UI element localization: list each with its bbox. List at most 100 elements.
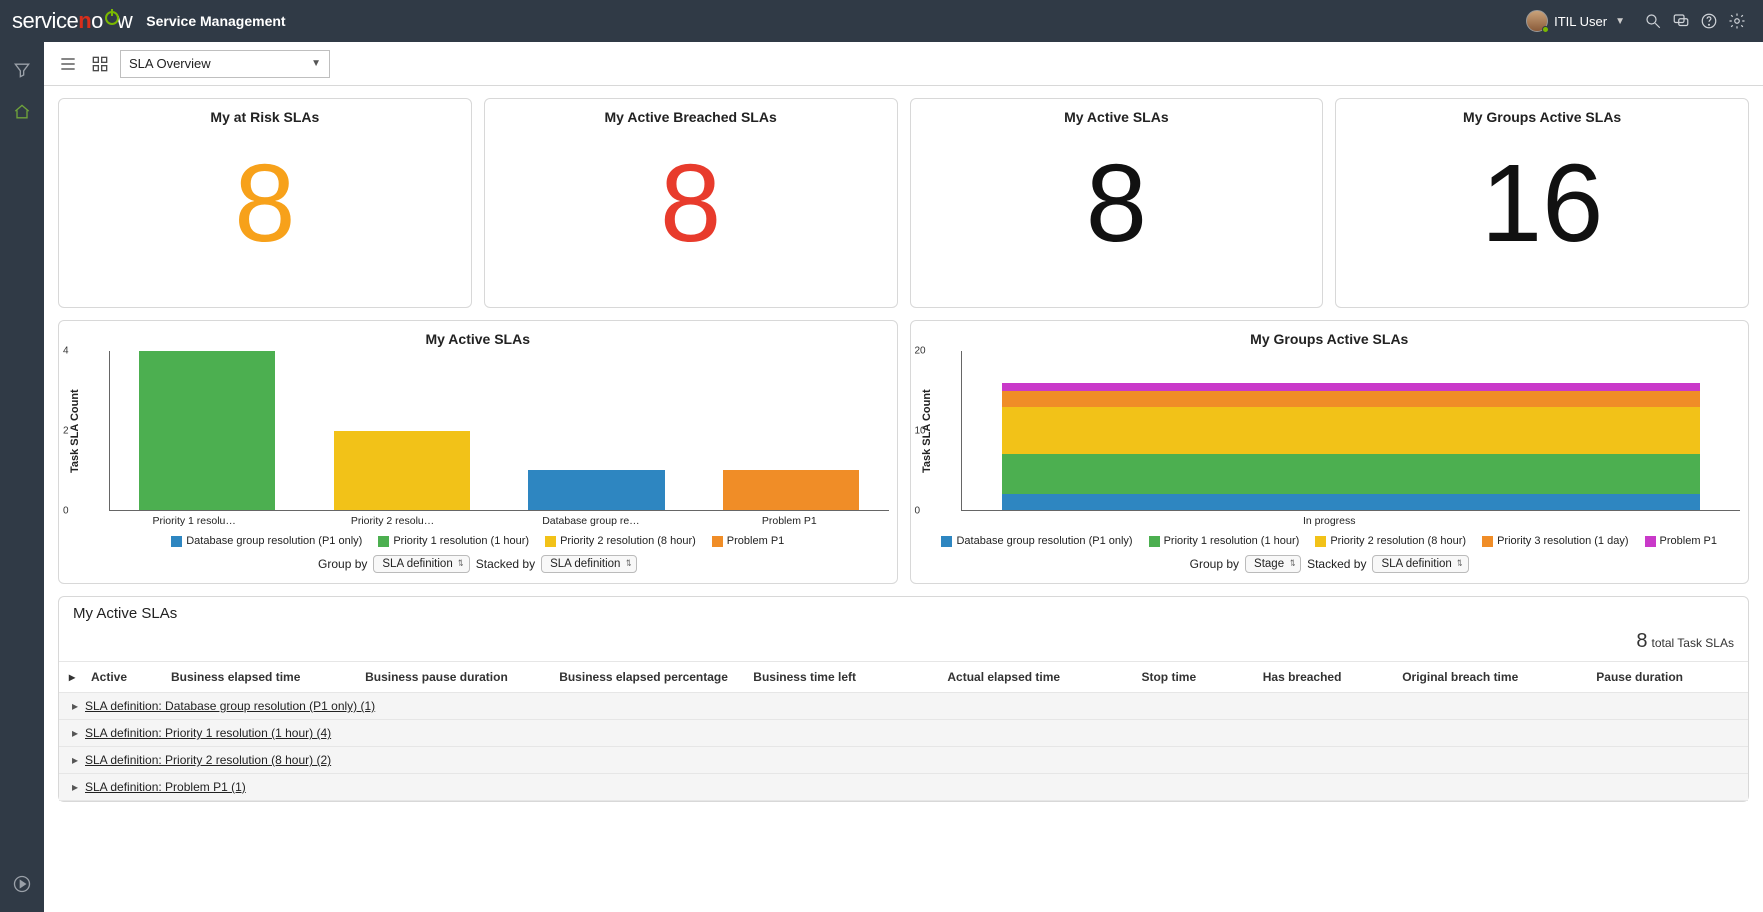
bar[interactable]: [499, 351, 694, 510]
legend-item[interactable]: Priority 2 resolution (8 hour): [1315, 535, 1466, 547]
play-icon[interactable]: [10, 872, 34, 896]
col-header[interactable]: Original breach time: [1396, 662, 1590, 692]
stackedby-select[interactable]: SLA definition: [1372, 555, 1468, 573]
card-groups-active[interactable]: My Groups Active SLAs 16: [1335, 98, 1749, 308]
legend-item[interactable]: Database group resolution (P1 only): [171, 535, 362, 547]
table-header: ▸ Active Business elapsed time Business …: [59, 661, 1748, 693]
group-label[interactable]: SLA definition: Priority 1 resolution (1…: [85, 726, 331, 740]
group-label[interactable]: SLA definition: Priority 2 resolution (8…: [85, 753, 331, 767]
dashboard-dropdown[interactable]: SLA Overview ▼: [120, 50, 330, 78]
legend-item[interactable]: Problem P1: [712, 535, 784, 547]
stackedby-label: Stacked by: [1307, 557, 1366, 571]
col-header[interactable]: Business elapsed time: [165, 662, 359, 692]
chart-controls: Group by SLA definition Stacked by SLA d…: [67, 555, 889, 573]
stack-segment[interactable]: [1002, 454, 1701, 494]
bar[interactable]: [110, 351, 305, 510]
group-row[interactable]: ▸SLA definition: Problem P1 (1): [59, 774, 1748, 801]
score-cards-row: My at Risk SLAs 8 My Active Breached SLA…: [58, 98, 1749, 308]
col-header[interactable]: Actual elapsed time: [941, 662, 1135, 692]
chart-title: My Active SLAs: [67, 331, 889, 347]
col-header[interactable]: Active: [85, 662, 165, 692]
chart-plot[interactable]: [109, 351, 889, 511]
chevron-down-icon: ▼: [311, 58, 321, 69]
group-label[interactable]: SLA definition: Problem P1 (1): [85, 780, 246, 794]
x-tick-label: Priority 1 resolu…: [95, 511, 293, 527]
stackedby-select[interactable]: SLA definition: [541, 555, 637, 573]
chart-plot[interactable]: [961, 351, 1741, 511]
top-bar: servicenow Service Management ITIL User …: [0, 0, 1763, 42]
expand-all-caret[interactable]: ▸: [59, 662, 85, 692]
col-header[interactable]: Business time left: [747, 662, 941, 692]
legend-item[interactable]: Priority 2 resolution (8 hour): [545, 535, 696, 547]
col-header[interactable]: Business pause duration: [359, 662, 553, 692]
col-header[interactable]: Business elapsed percentage: [553, 662, 747, 692]
menu-icon[interactable]: [56, 52, 80, 76]
user-menu[interactable]: ITIL User ▼: [1526, 10, 1625, 32]
grid-icon[interactable]: [88, 52, 112, 76]
chevron-right-icon[interactable]: ▸: [65, 780, 85, 794]
chevron-down-icon: ▼: [1615, 16, 1625, 27]
col-header[interactable]: Pause duration: [1590, 662, 1748, 692]
groupby-label: Group by: [1190, 557, 1239, 571]
bar[interactable]: [694, 351, 889, 510]
card-title: My at Risk SLAs: [210, 109, 319, 125]
home-icon[interactable]: [10, 100, 34, 124]
gear-icon[interactable]: [1723, 7, 1751, 35]
card-active[interactable]: My Active SLAs 8: [910, 98, 1324, 308]
legend-item[interactable]: Priority 1 resolution (1 hour): [378, 535, 529, 547]
x-tick-label: Database group re…: [492, 511, 690, 527]
swatch-icon: [1645, 536, 1656, 547]
chevron-right-icon[interactable]: ▸: [65, 726, 85, 740]
col-header[interactable]: Stop time: [1135, 662, 1256, 692]
user-name: ITIL User: [1554, 14, 1607, 29]
groupby-select[interactable]: SLA definition: [373, 555, 469, 573]
card-at-risk[interactable]: My at Risk SLAs 8: [58, 98, 472, 308]
group-row[interactable]: ▸SLA definition: Priority 1 resolution (…: [59, 720, 1748, 747]
swatch-icon: [941, 536, 952, 547]
card-title: My Active SLAs: [1064, 109, 1169, 125]
chevron-right-icon[interactable]: ▸: [65, 753, 85, 767]
stack-segment[interactable]: [1002, 494, 1701, 510]
card-breached[interactable]: My Active Breached SLAs 8: [484, 98, 898, 308]
stackedby-label: Stacked by: [476, 557, 535, 571]
col-header[interactable]: Has breached: [1257, 662, 1396, 692]
y-tick: 10: [915, 426, 926, 437]
chevron-right-icon[interactable]: ▸: [65, 699, 85, 713]
legend-item[interactable]: Priority 3 resolution (1 day): [1482, 535, 1628, 547]
legend-item[interactable]: Problem P1: [1645, 535, 1717, 547]
swatch-icon: [171, 536, 182, 547]
card-value: 16: [1481, 149, 1603, 259]
bar[interactable]: [305, 351, 500, 510]
stack-segment[interactable]: [1002, 391, 1701, 407]
chart-groups-active-slas: My Groups Active SLAs Task SLA Count 20 …: [910, 320, 1750, 584]
y-tick: 4: [63, 346, 69, 357]
stack-segment[interactable]: [1002, 407, 1701, 455]
toolbar: SLA Overview ▼: [44, 42, 1763, 86]
legend-item[interactable]: Priority 1 resolution (1 hour): [1149, 535, 1300, 547]
x-axis-labels: Priority 1 resolu…Priority 2 resolu…Data…: [95, 511, 889, 527]
list-title: My Active SLAs: [59, 605, 1748, 630]
stack-segment[interactable]: [1002, 383, 1701, 391]
card-value: 8: [1086, 149, 1147, 259]
list-summary: 8total Task SLAs: [59, 630, 1748, 661]
groupby-select[interactable]: Stage: [1245, 555, 1301, 573]
left-rail: [0, 42, 44, 912]
card-value: 8: [660, 149, 721, 259]
chat-icon[interactable]: [1667, 7, 1695, 35]
group-label[interactable]: SLA definition: Database group resolutio…: [85, 699, 375, 713]
y-tick: 2: [63, 426, 69, 437]
groupby-label: Group by: [318, 557, 367, 571]
group-row[interactable]: ▸SLA definition: Priority 2 resolution (…: [59, 747, 1748, 774]
search-icon[interactable]: [1639, 7, 1667, 35]
group-row[interactable]: ▸SLA definition: Database group resoluti…: [59, 693, 1748, 720]
app-name: Service Management: [146, 13, 285, 29]
list-my-active-slas: My Active SLAs 8total Task SLAs ▸ Active…: [58, 596, 1749, 802]
help-icon[interactable]: [1695, 7, 1723, 35]
y-axis-label: Task SLA Count: [67, 351, 83, 511]
dashboard-dropdown-value: SLA Overview: [129, 56, 211, 71]
chart-legend: Database group resolution (P1 only) Prior…: [919, 535, 1741, 547]
legend-item[interactable]: Database group resolution (P1 only): [941, 535, 1132, 547]
filter-icon[interactable]: [10, 58, 34, 82]
chart-title: My Groups Active SLAs: [919, 331, 1741, 347]
swatch-icon: [1149, 536, 1160, 547]
